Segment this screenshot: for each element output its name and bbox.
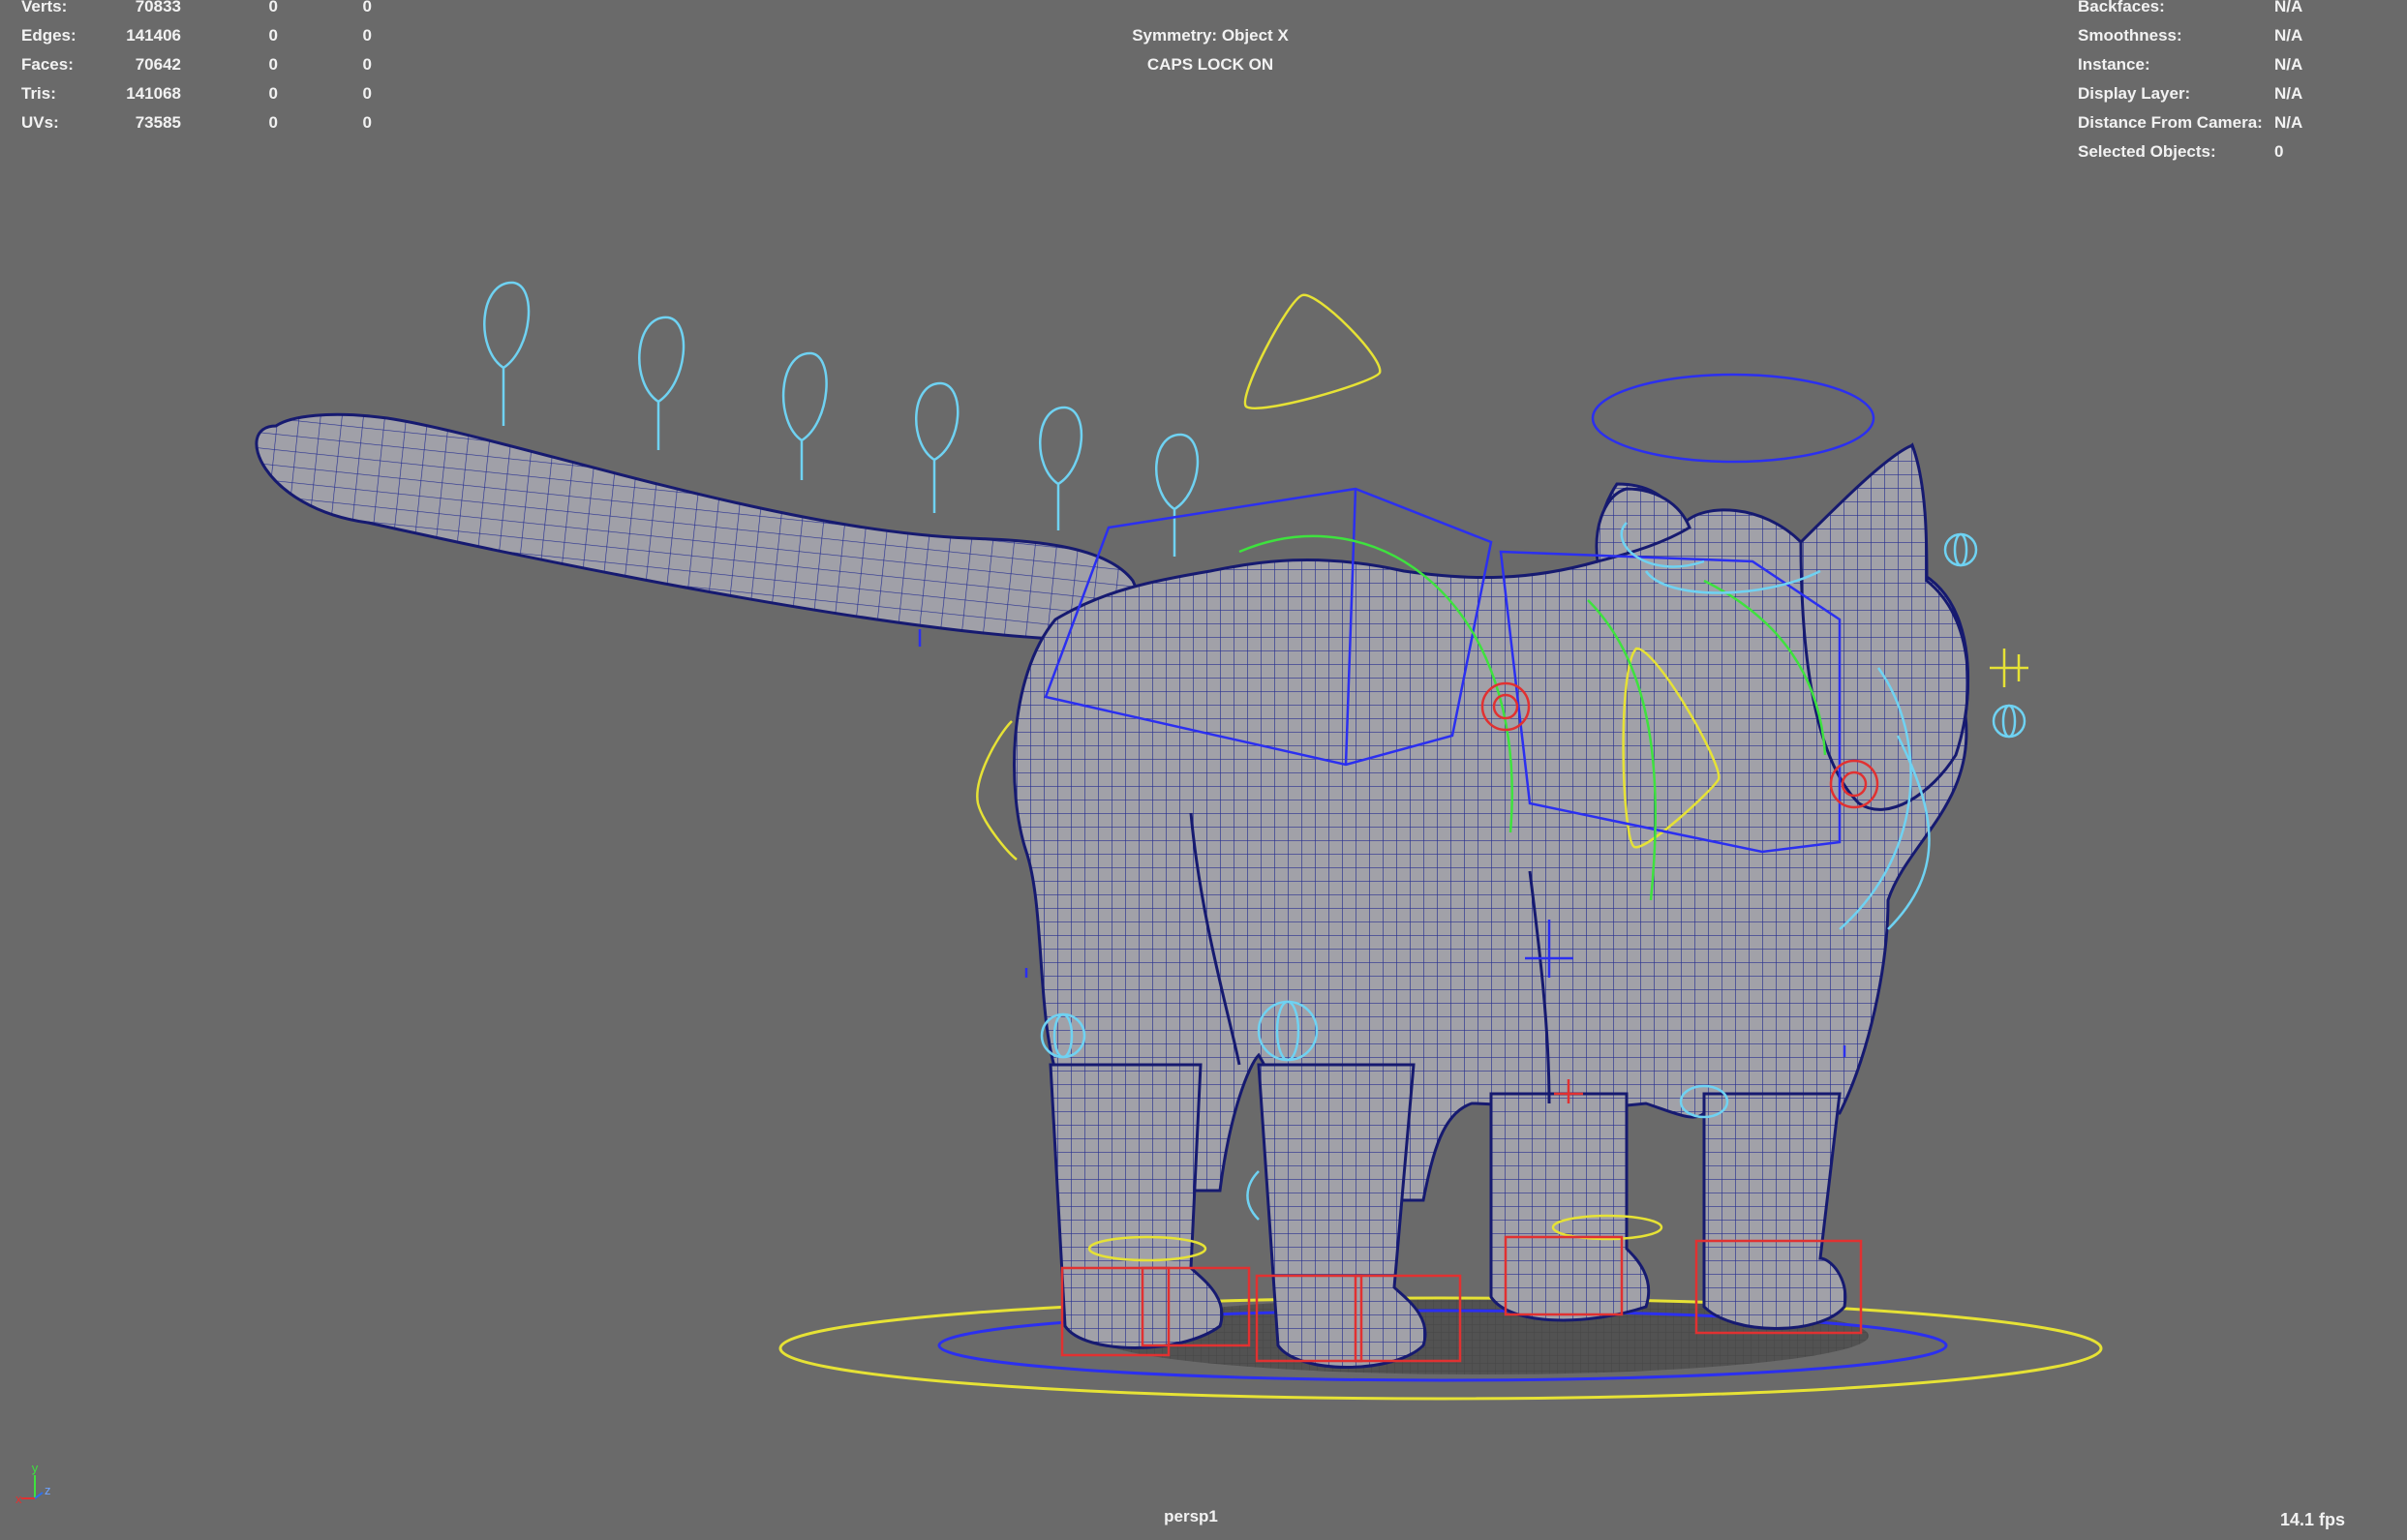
stat-selected: 0 bbox=[268, 55, 278, 74]
stat-row-edges: Edges: 141406 0 0 bbox=[21, 21, 409, 50]
stat-highlighted: 0 bbox=[362, 26, 372, 45]
stat-total: 141068 bbox=[126, 84, 181, 103]
stat-selected: 0 bbox=[268, 26, 278, 45]
info-label: Selected Objects: bbox=[2078, 142, 2216, 161]
stat-highlighted: 0 bbox=[362, 0, 372, 15]
info-row-instance: Instance: N/A bbox=[2078, 50, 2397, 79]
stat-label: Faces: bbox=[21, 55, 74, 74]
info-value: N/A bbox=[2274, 26, 2303, 45]
info-label: Instance: bbox=[2078, 55, 2150, 74]
stat-total: 70642 bbox=[135, 55, 181, 74]
fps-readout: 14.1 fps bbox=[2279, 1510, 2345, 1529]
info-label: Smoothness: bbox=[2078, 26, 2182, 45]
stat-total: 70833 bbox=[135, 0, 181, 15]
maya-viewport[interactable]: Verts: 70833 0 0 Edges: 141406 0 0 Faces… bbox=[0, 0, 2407, 1540]
stat-highlighted: 0 bbox=[362, 84, 372, 103]
info-value: N/A bbox=[2274, 55, 2303, 74]
stat-row-tris: Tris: 141068 0 0 bbox=[21, 79, 409, 108]
look-at-control[interactable] bbox=[1990, 649, 2028, 687]
info-row-distance: Distance From Camera: N/A bbox=[2078, 108, 2397, 137]
stat-row-uvs: UVs: 73585 0 0 bbox=[21, 108, 409, 137]
axis-x-label: x bbox=[15, 1492, 22, 1506]
stat-total: 73585 bbox=[135, 113, 181, 132]
stat-label: Tris: bbox=[21, 84, 56, 103]
axis-triad-icon: y x z bbox=[15, 1461, 51, 1506]
object-details-hud: Backfaces: N/A Smoothness: N/A Instance:… bbox=[2078, 0, 2397, 166]
stat-selected: 0 bbox=[268, 84, 278, 103]
info-row-display-layer: Display Layer: N/A bbox=[2078, 79, 2397, 108]
info-value: N/A bbox=[2274, 113, 2303, 132]
info-value: 0 bbox=[2274, 142, 2284, 161]
symmetry-status: Symmetry: Object X bbox=[1132, 26, 1289, 45]
stat-label: UVs: bbox=[21, 113, 59, 132]
stat-highlighted: 0 bbox=[362, 113, 372, 132]
stat-row-verts: Verts: 70833 0 0 bbox=[21, 0, 409, 21]
info-row-smoothness: Smoothness: N/A bbox=[2078, 21, 2397, 50]
stat-total: 141406 bbox=[126, 26, 181, 45]
info-value: N/A bbox=[2274, 84, 2303, 103]
cat-mesh[interactable] bbox=[255, 412, 1969, 1369]
stat-row-faces: Faces: 70642 0 0 bbox=[21, 50, 409, 79]
stat-label: Verts: bbox=[21, 0, 68, 15]
stat-highlighted: 0 bbox=[362, 55, 372, 74]
info-label: Backfaces: bbox=[2078, 0, 2165, 15]
camera-name-label[interactable]: persp1 bbox=[1065, 1502, 1317, 1531]
stat-label: Edges: bbox=[21, 26, 76, 45]
poly-count-hud: Verts: 70833 0 0 Edges: 141406 0 0 Faces… bbox=[21, 0, 409, 137]
info-row-backfaces: Backfaces: N/A bbox=[2078, 0, 2397, 21]
stat-selected: 0 bbox=[268, 0, 278, 15]
caps-lock-status: CAPS LOCK ON bbox=[1146, 55, 1274, 74]
info-value: N/A bbox=[2274, 0, 2303, 15]
root-controls[interactable] bbox=[778, 1296, 2103, 1401]
info-label: Display Layer: bbox=[2078, 84, 2191, 103]
viewport-scene[interactable] bbox=[0, 0, 2407, 1540]
info-row-selected: Selected Objects: 0 bbox=[2078, 137, 2397, 166]
axis-y-label: y bbox=[32, 1461, 39, 1475]
stat-selected: 0 bbox=[268, 113, 278, 132]
axis-z-label: z bbox=[45, 1483, 51, 1497]
info-label: Distance From Camera: bbox=[2078, 113, 2263, 132]
symmetry-hud: Symmetry: Object X CAPS LOCK ON bbox=[968, 21, 1452, 79]
